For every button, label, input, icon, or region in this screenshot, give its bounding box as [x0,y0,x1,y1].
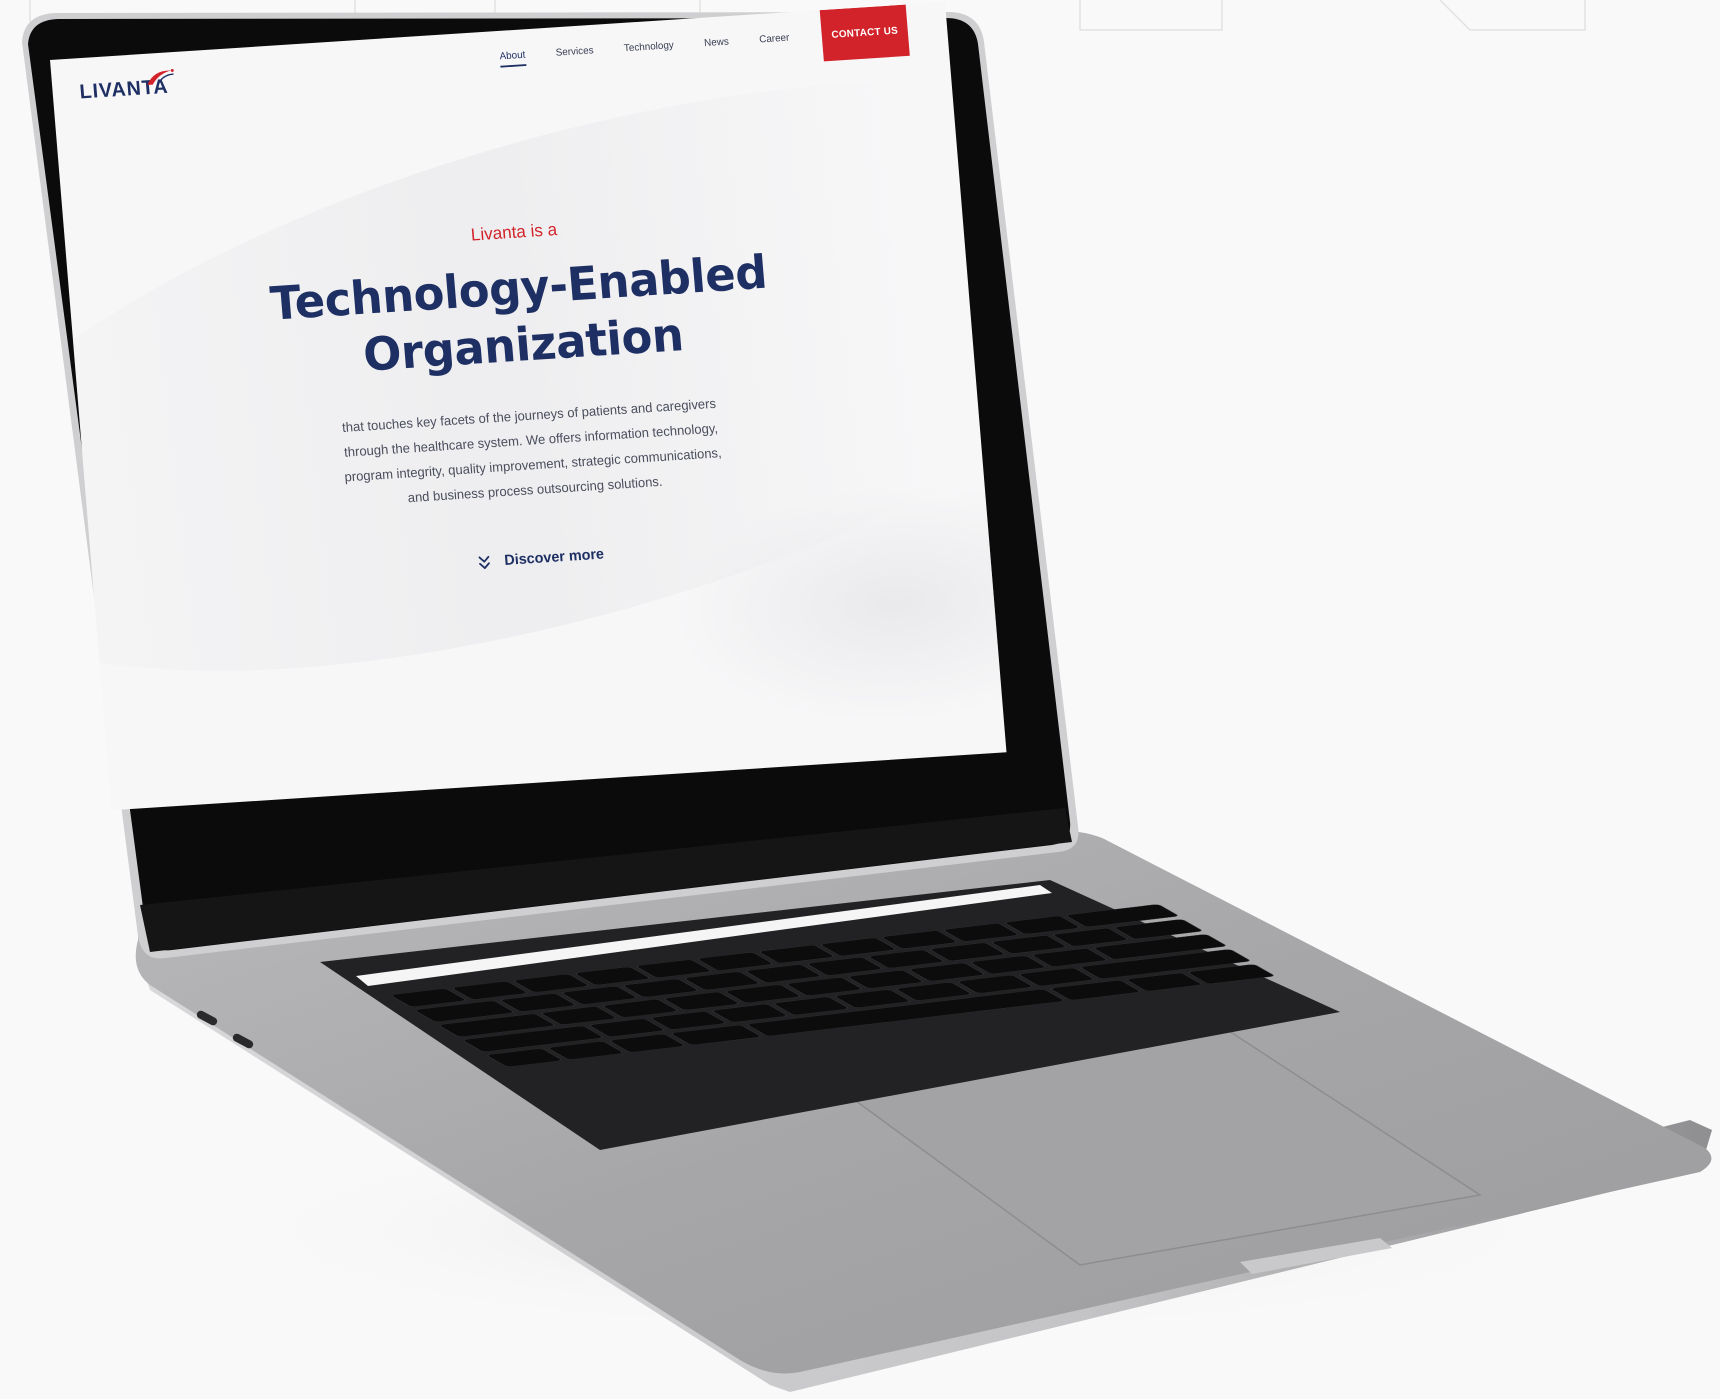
nav-item-services[interactable]: Services [555,45,594,64]
nav-item-career[interactable]: Career [759,32,790,50]
hero-title: Technology-Enabled Organization [230,241,812,392]
double-chevron-down-icon [478,555,491,569]
discover-more-link[interactable]: Discover more [477,547,605,572]
discover-more-label: Discover more [503,546,605,569]
laptop-screen: LIVANTA About Services Technology News C… [50,2,1007,811]
hero-description: that touches key facets of the journeys … [341,396,723,506]
nav-item-about[interactable]: About [499,49,527,68]
site-logo[interactable]: LIVANTA [79,69,174,104]
hero-section: Livanta is a Technology-Enabled Organiza… [66,194,990,601]
contact-us-button[interactable]: CONTACT US [819,4,910,62]
swoosh-logo-icon [147,69,174,85]
nav-item-news[interactable]: News [704,36,730,54]
nav-item-technology[interactable]: Technology [623,40,674,60]
website-viewport: LIVANTA About Services Technology News C… [50,2,1007,811]
main-nav: About Services Technology News Career [499,32,790,68]
